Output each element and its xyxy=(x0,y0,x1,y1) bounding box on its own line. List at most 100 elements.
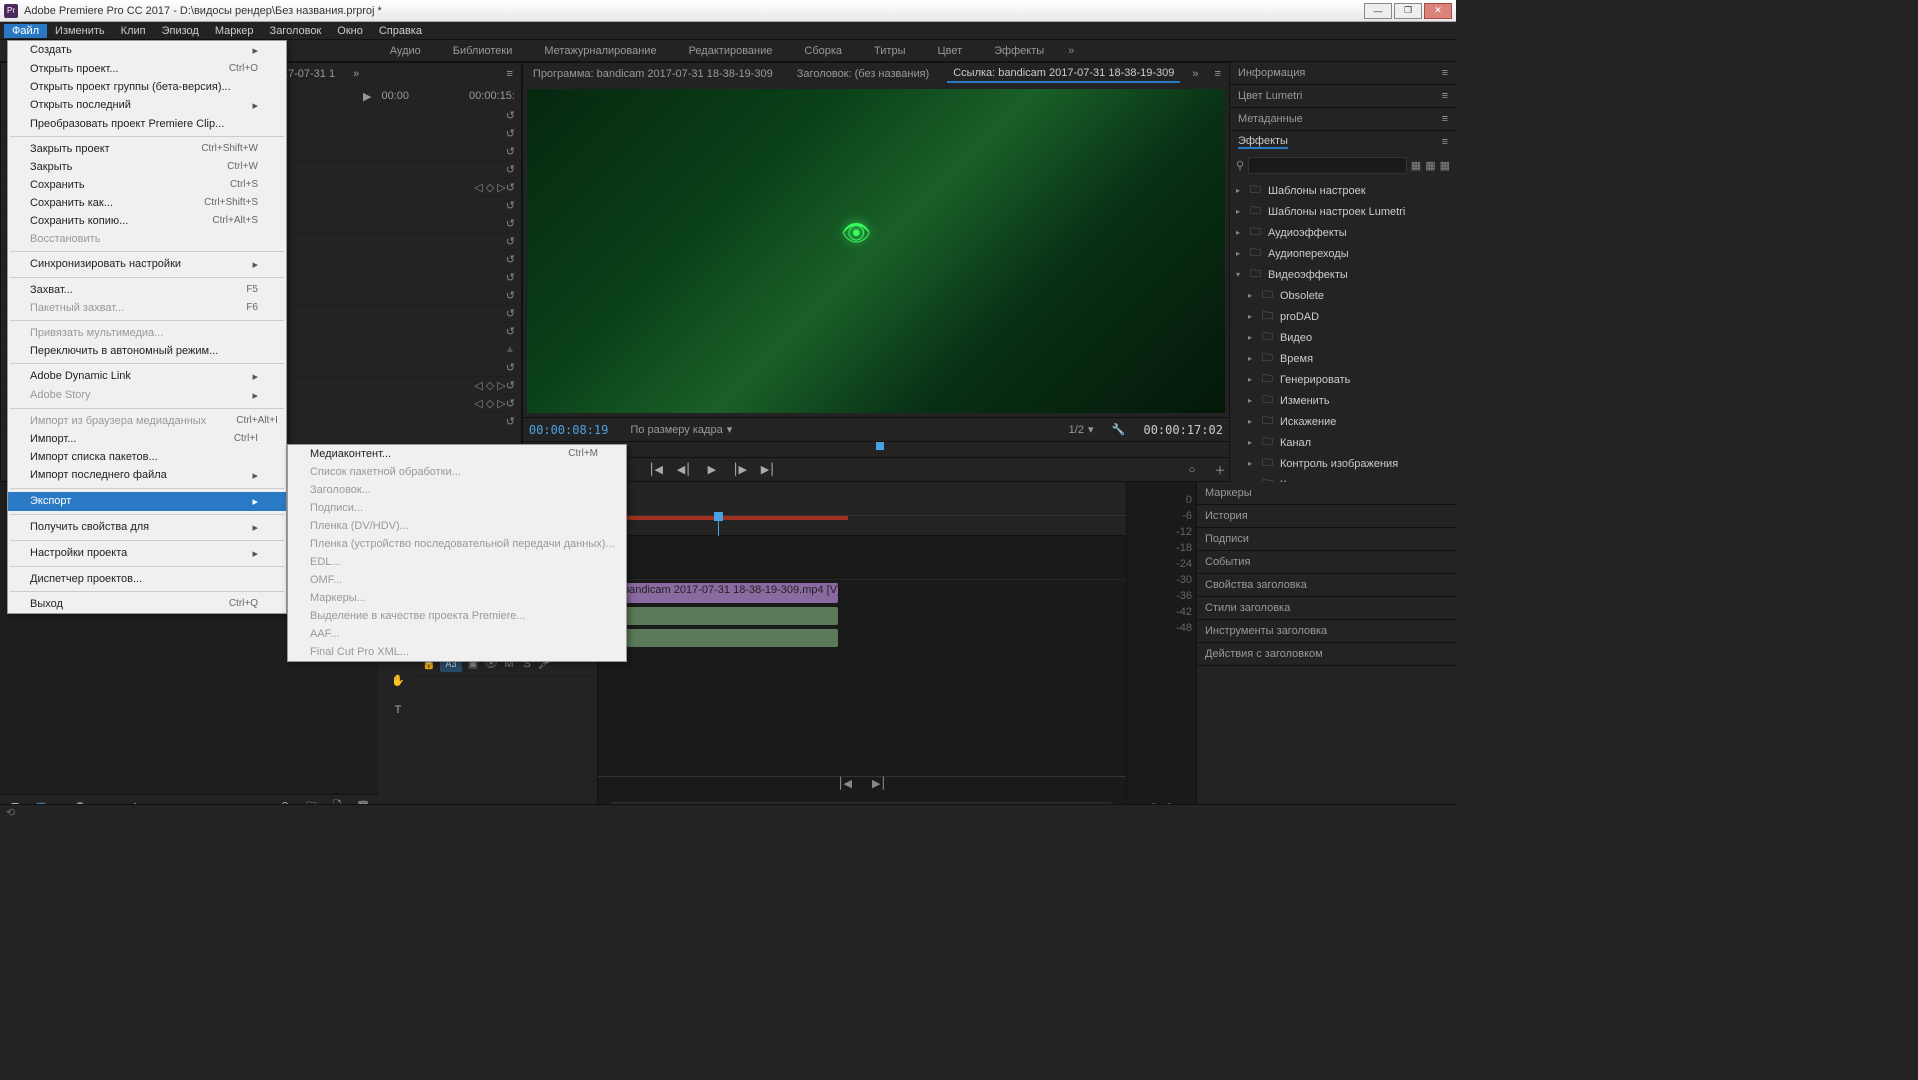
menu-item[interactable]: СохранитьCtrl+S xyxy=(8,176,286,194)
step-back-button[interactable]: ◀⎮ xyxy=(675,461,693,479)
menu-item[interactable]: Закрыть проектCtrl+Shift+W xyxy=(8,140,286,158)
step-forward-button[interactable]: ⎮▶ xyxy=(731,461,749,479)
loop-icon[interactable]: ↺ xyxy=(506,307,515,320)
loop-icon[interactable]: ↺ xyxy=(506,145,515,158)
effects-filter-icon[interactable]: ▦ xyxy=(1425,159,1435,172)
minimize-button[interactable]: — xyxy=(1364,3,1392,19)
audio-clip[interactable] xyxy=(608,629,838,647)
loop-icon[interactable]: ↺ xyxy=(506,127,515,140)
menu-маркер[interactable]: Маркер xyxy=(207,24,262,38)
type-tool[interactable]: T xyxy=(386,698,410,722)
wrench-icon[interactable]: 🔧 xyxy=(1109,421,1127,439)
go-to-in-button[interactable]: ⎮◀ xyxy=(647,461,665,479)
menu-item[interactable]: Переключить в автономный режим... xyxy=(8,342,286,360)
effects-folder[interactable]: ▸🗀Контроль изображения xyxy=(1230,453,1456,474)
timeline-ruler[interactable] xyxy=(598,515,1126,535)
loop-icon[interactable]: ↺ xyxy=(506,415,515,428)
menu-item[interactable]: Импорт списка пакетов... xyxy=(8,448,286,466)
menu-окно[interactable]: Окно xyxy=(329,24,371,38)
panel-menu-icon[interactable]: ≡ xyxy=(1442,67,1448,79)
effects-folder[interactable]: ▸🗀Аудиоэффекты xyxy=(1230,222,1456,243)
program-monitor[interactable] xyxy=(527,89,1225,413)
panel-menu-icon[interactable]: ≡ xyxy=(1442,136,1448,148)
close-button[interactable]: ✕ xyxy=(1424,3,1452,19)
effects-folder[interactable]: ▸🗀Изменить xyxy=(1230,390,1456,411)
workspace-tab[interactable]: Редактирование xyxy=(675,43,787,59)
panel-tab[interactable]: Инструменты заголовка xyxy=(1205,625,1327,637)
menu-item[interactable]: Медиаконтент...Ctrl+M xyxy=(288,445,626,463)
menu-item[interactable]: Открыть проект...Ctrl+O xyxy=(8,60,286,78)
tab-title-untitled[interactable]: Заголовок: (без названия) xyxy=(791,66,935,82)
hand-tool[interactable]: ✋ xyxy=(386,668,410,692)
menu-item[interactable]: ВыходCtrl+Q xyxy=(8,595,286,613)
button-editor-icon[interactable]: ＋ xyxy=(1211,461,1229,479)
menu-изменить[interactable]: Изменить xyxy=(47,24,113,38)
effects-folder[interactable]: ▸🗀Канал xyxy=(1230,432,1456,453)
effects-folder[interactable]: ▸🗀Шаблоны настроек Lumetri xyxy=(1230,201,1456,222)
tabs-overflow-icon[interactable]: » xyxy=(353,68,359,80)
program-timecode-current[interactable]: 00:00:08:19 xyxy=(523,423,614,437)
effects-filter-icon[interactable]: ▦ xyxy=(1411,159,1421,172)
tab-program[interactable]: Программа: bandicam 2017-07-31 18-38-19-… xyxy=(527,66,779,82)
panel-tab[interactable]: Маркеры xyxy=(1205,487,1252,499)
effects-folder[interactable]: ▸🗀Шаблоны настроек xyxy=(1230,180,1456,201)
menu-справка[interactable]: Справка xyxy=(371,24,430,38)
panel-menu-icon[interactable]: ≡ xyxy=(1442,113,1448,125)
effects-folder[interactable]: ▸🗀Видео xyxy=(1230,327,1456,348)
loop-icon[interactable]: ↺ xyxy=(506,253,515,266)
menu-item[interactable]: Экспорт▸ xyxy=(8,492,286,511)
workspace-tab[interactable]: Титры xyxy=(860,43,919,59)
loop-icon[interactable]: ↺ xyxy=(506,361,515,374)
loop-icon[interactable]: ↺ xyxy=(506,235,515,248)
panel-tab[interactable]: События xyxy=(1205,556,1250,568)
effects-folder[interactable]: ▸🗀Генерировать xyxy=(1230,369,1456,390)
effects-folder[interactable]: ▸🗀Искажение xyxy=(1230,411,1456,432)
menu-item[interactable]: Импорт последнего файла▸ xyxy=(8,466,286,485)
program-scrub-bar[interactable] xyxy=(523,441,1229,457)
menu-item[interactable]: Получить свойства для▸ xyxy=(8,518,286,537)
panel-tab[interactable]: Подписи xyxy=(1205,533,1249,545)
panel-tab[interactable]: Свойства заголовка xyxy=(1205,579,1307,591)
effects-filter-icon[interactable]: ▦ xyxy=(1440,159,1450,172)
video-clip[interactable]: ▣ bandicam 2017-07-31 18-38-19-309.mp4 [… xyxy=(608,583,838,603)
tabs-overflow-icon[interactable]: » xyxy=(1192,68,1198,80)
export-frame-button[interactable]: ○ xyxy=(1183,461,1201,479)
menu-клип[interactable]: Клип xyxy=(113,24,154,38)
loop-icon[interactable]: ↺ xyxy=(506,325,515,338)
effects-folder[interactable]: ▸🗀Аудиопереходы xyxy=(1230,243,1456,264)
menu-эпизод[interactable]: Эпизод xyxy=(154,24,207,38)
panel-menu-icon[interactable]: ≡ xyxy=(1211,68,1225,80)
menu-item[interactable]: Открыть последний▸ xyxy=(8,96,286,115)
panel-tab[interactable]: Метаданные xyxy=(1238,113,1303,125)
program-zoom-fit[interactable]: По размеру кадра ▾ xyxy=(624,423,738,436)
panel-tab[interactable]: Информация xyxy=(1238,67,1305,79)
program-resolution[interactable]: 1/2 ▾ xyxy=(1063,423,1100,436)
panel-tab[interactable]: История xyxy=(1205,510,1248,522)
workspace-tab[interactable]: Аудио xyxy=(376,43,435,59)
panel-tab[interactable]: Стили заголовка xyxy=(1205,602,1290,614)
menu-item[interactable]: Сохранить как...Ctrl+Shift+S xyxy=(8,194,286,212)
panel-tab[interactable]: Цвет Lumetri xyxy=(1238,90,1302,102)
play-button[interactable]: ▶ xyxy=(703,461,721,479)
workspace-overflow-icon[interactable]: » xyxy=(1062,45,1080,57)
menu-item[interactable]: Синхронизировать настройки▸ xyxy=(8,255,286,274)
sync-icon[interactable]: ⟲ xyxy=(6,806,15,819)
timeline-track-area[interactable]: ▣ bandicam 2017-07-31 18-38-19-309.mp4 [… xyxy=(598,536,1126,818)
menu-item[interactable]: Захват...F5 xyxy=(8,281,286,299)
tab-reference[interactable]: Ссылка: bandicam 2017-07-31 18-38-19-309 xyxy=(947,65,1180,83)
effects-folder[interactable]: ▾🗀Видеоэффекты xyxy=(1230,264,1456,285)
workspace-tab[interactable]: Сборка xyxy=(790,43,856,59)
menu-item[interactable]: Преобразовать проект Premiere Clip... xyxy=(8,115,286,133)
effects-folder[interactable]: ▸🗀Время xyxy=(1230,348,1456,369)
playhead-icon[interactable] xyxy=(876,442,884,450)
menu-item[interactable]: Создать▸ xyxy=(8,41,286,60)
menu-item[interactable]: Настройки проекта▸ xyxy=(8,544,286,563)
menu-item[interactable]: ЗакрытьCtrl+W xyxy=(8,158,286,176)
loop-icon[interactable]: ↺ xyxy=(506,163,515,176)
maximize-button[interactable]: ❐ xyxy=(1394,3,1422,19)
loop-icon[interactable]: ↺ xyxy=(506,271,515,284)
panel-tab[interactable]: Действия с заголовком xyxy=(1205,648,1323,660)
effects-folder[interactable]: ▸🗀Obsolete xyxy=(1230,285,1456,306)
workspace-tab[interactable]: Эффекты xyxy=(980,43,1058,59)
menu-заголовок[interactable]: Заголовок xyxy=(262,24,330,38)
